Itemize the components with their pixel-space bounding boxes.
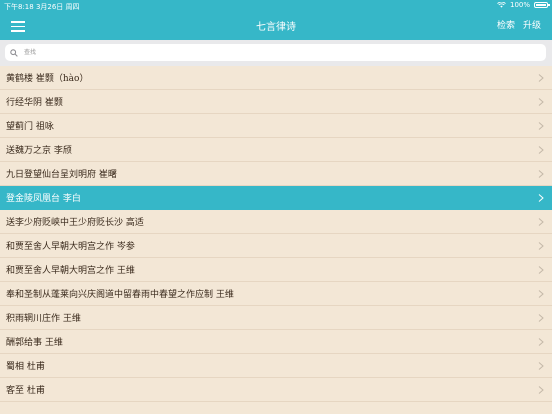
poem-row[interactable]: 和贾至舍人早朝大明宫之作 王维	[0, 258, 552, 282]
upgrade-button[interactable]: 升级	[523, 18, 541, 31]
poem-title: 和贾至舍人早朝大明宫之作 王维	[6, 266, 135, 276]
status-right: 100%	[497, 1, 550, 9]
poem-title: 蜀相 杜甫	[6, 362, 45, 372]
poem-row[interactable]: 九日登望仙台呈刘明府 崔曙	[0, 162, 552, 186]
page-title: 七言律诗	[256, 22, 296, 33]
poem-title: 望蓟门 祖咏	[6, 122, 54, 132]
poem-row[interactable]: 客至 杜甫	[0, 378, 552, 402]
poem-title: 登金陵凤凰台 李白	[6, 194, 81, 204]
chevron-right-icon	[538, 314, 544, 322]
chevron-right-icon	[538, 386, 544, 394]
poem-title: 酬郭给事 王维	[6, 338, 63, 348]
poem-row[interactable]: 送魏万之京 李颀	[0, 138, 552, 162]
poem-title: 奉和圣制从蓬莱向兴庆阁道中留春雨中春望之作应制 王维	[6, 290, 234, 300]
poem-list: 黄鹤楼 崔颢（hào） 行经华阴 崔颢 望蓟门 祖咏送魏万之京 李颀九日登望仙台呈刘…	[0, 66, 552, 402]
poem-row[interactable]: 送李少府贬峡中王少府贬长沙 高适	[0, 210, 552, 234]
poem-title: 客至 杜甫	[6, 386, 45, 396]
poem-title: 黄鹤楼 崔颢（hào）	[6, 74, 89, 84]
battery-icon	[534, 2, 550, 8]
chevron-right-icon	[538, 146, 544, 154]
status-bar: 下午8:18 3月26日 周四 100%	[0, 0, 552, 12]
poem-row[interactable]: 登金陵凤凰台 李白	[0, 186, 552, 210]
chevron-right-icon	[538, 74, 544, 82]
poem-row[interactable]: 酬郭给事 王维	[0, 330, 552, 354]
chevron-right-icon	[538, 218, 544, 226]
nav-actions: 检索 升级	[497, 18, 541, 31]
battery-percent: 100%	[509, 1, 530, 9]
poem-row[interactable]: 黄鹤楼 崔颢（hào）	[0, 66, 552, 90]
poem-title: 送魏万之京 李颀	[6, 146, 72, 156]
poem-title: 九日登望仙台呈刘明府 崔曙	[6, 170, 117, 180]
search-button[interactable]: 检索	[497, 18, 515, 31]
poem-row[interactable]: 奉和圣制从蓬莱向兴庆阁道中留春雨中春望之作应制 王维	[0, 282, 552, 306]
chevron-right-icon	[538, 362, 544, 370]
chevron-right-icon	[538, 242, 544, 250]
search-input[interactable]	[22, 48, 526, 57]
poem-title: 送李少府贬峡中王少府贬长沙 高适	[6, 218, 144, 228]
nav-bar: 七言律诗 检索 升级	[0, 12, 552, 40]
poem-row[interactable]: 望蓟门 祖咏	[0, 114, 552, 138]
chevron-right-icon	[538, 290, 544, 298]
chevron-right-icon	[538, 266, 544, 274]
poem-title: 行经华阴 崔颢	[6, 98, 63, 108]
chevron-right-icon	[538, 122, 544, 130]
chevron-right-icon	[538, 170, 544, 178]
poem-row[interactable]: 积雨辋川庄作 王维	[0, 306, 552, 330]
poem-row[interactable]: 行经华阴 崔颢	[0, 90, 552, 114]
chevron-right-icon	[538, 338, 544, 346]
poem-row[interactable]: 蜀相 杜甫	[0, 354, 552, 378]
search-bar	[0, 40, 552, 66]
chevron-right-icon	[538, 194, 544, 202]
wifi-icon	[497, 2, 506, 8]
search-box[interactable]	[5, 44, 546, 61]
chevron-right-icon	[538, 98, 544, 106]
poem-title: 积雨辋川庄作 王维	[6, 314, 81, 324]
poem-title: 和贾至舍人早朝大明宫之作 岑参	[6, 242, 135, 252]
poem-row[interactable]: 和贾至舍人早朝大明宫之作 岑参	[0, 234, 552, 258]
status-time-date: 下午8:18 3月26日 周四	[4, 3, 80, 11]
search-icon	[10, 48, 18, 57]
